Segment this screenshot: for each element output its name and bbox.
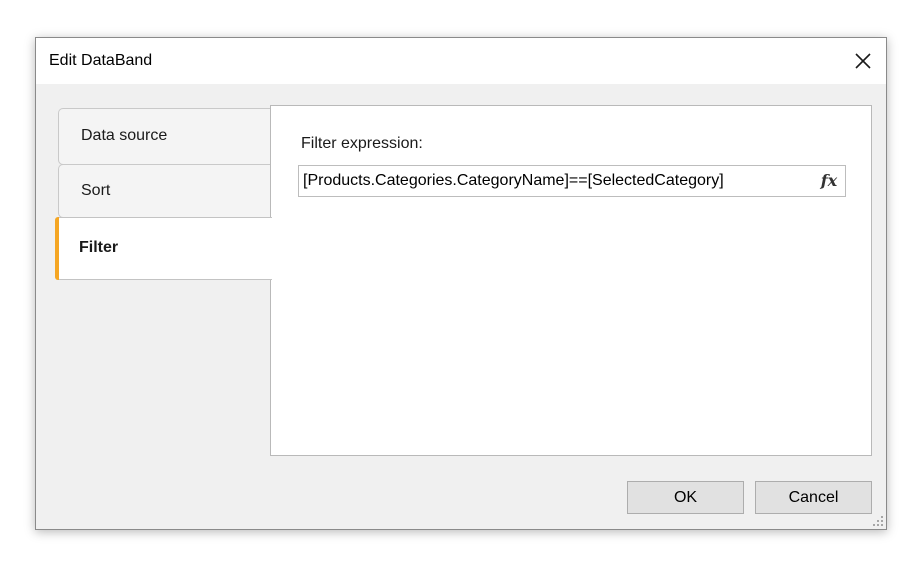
cancel-button[interactable]: Cancel — [755, 481, 872, 514]
tab-filter[interactable]: Filter — [55, 217, 272, 280]
selected-tab-indicator — [55, 217, 59, 280]
title-bar: Edit DataBand — [36, 38, 886, 84]
filter-panel: Filter expression: [Products.Categories.… — [270, 105, 872, 456]
tab-sort[interactable]: Sort — [58, 164, 271, 218]
close-icon — [855, 53, 871, 69]
screen: Edit DataBand Data source Sort Filter Fi… — [0, 0, 914, 566]
filter-expression-value: [Products.Categories.CategoryName]==[Sel… — [303, 172, 724, 189]
tab-data-source[interactable]: Data source — [58, 108, 271, 165]
close-button[interactable] — [846, 44, 880, 78]
ok-button[interactable]: OK — [627, 481, 744, 514]
resize-grip-icon[interactable] — [872, 515, 884, 527]
dialog-title: Edit DataBand — [49, 52, 153, 69]
function-icon[interactable]: fx — [817, 170, 841, 192]
filter-expression-input[interactable]: [Products.Categories.CategoryName]==[Sel… — [298, 165, 846, 197]
tab-data-source-label: Data source — [81, 127, 168, 144]
edit-databand-dialog: Edit DataBand Data source Sort Filter Fi… — [35, 37, 887, 530]
tab-sort-label: Sort — [81, 182, 111, 199]
filter-expression-label: Filter expression: — [301, 135, 423, 152]
tab-filter-label: Filter — [79, 239, 119, 256]
